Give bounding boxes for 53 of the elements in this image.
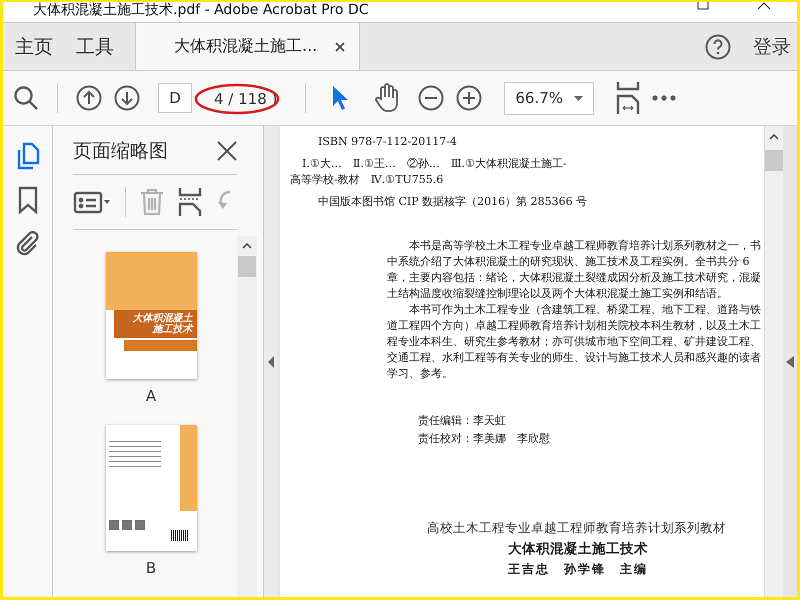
cip-line: ISBN 978-7-112-20117-4 <box>317 134 458 150</box>
caret-down-icon <box>574 96 584 100</box>
scrollbar-thumb[interactable] <box>765 150 783 171</box>
list-options-icon[interactable] <box>73 190 111 214</box>
collapse-arrow-icon[interactable] <box>268 356 274 368</box>
pointer-arrow-icon[interactable] <box>330 84 350 112</box>
back-cover-thumbnail[interactable] <box>106 424 196 551</box>
zoom-dropdown[interactable]: 66.7% <box>504 82 594 114</box>
credit-line: 责任编辑：李天虹 <box>418 413 507 429</box>
scrollbar-thumb[interactable] <box>238 256 256 277</box>
paperclip-icon[interactable] <box>14 230 40 256</box>
scrollbar[interactable] <box>237 236 257 597</box>
bookmark-icon[interactable] <box>18 186 38 214</box>
split-page-icon[interactable] <box>178 188 202 216</box>
editor-line: 王吉忠 孙学锋 主编 <box>508 561 649 578</box>
close-icon[interactable] <box>335 42 346 52</box>
zoom-out-icon[interactable] <box>418 85 444 111</box>
window-title: 大体积混凝土施工技术.pdf - Adobe Acrobat Pro DC <box>32 2 369 18</box>
more-icon[interactable] <box>652 95 676 101</box>
cip-line: 中国版本图书馆 CIP 数据核字（2016）第 285366 号 <box>317 194 588 210</box>
arrow-up-circle-icon[interactable] <box>76 85 102 111</box>
abstract-paragraph: 本书是高等学校土木工程专业卓越工程师教育培养计划系列教材之一，书中系统介绍了大体积混凝土的研究现状、施工技术及工程实例。全书共分 6 章，主要内容包括：绪论，大体积混凝土裂缝成因分析及施工技术研究，混凝土结构温度收缩裂缝控制理论以及两个大体积混凝土施工实例和结语。 <box>387 238 761 302</box>
cover-title: 施工技术 <box>152 324 192 335</box>
help-icon[interactable] <box>705 34 731 60</box>
caret-up-icon[interactable] <box>769 134 779 140</box>
panel-title: 页面缩略图 <box>73 139 168 164</box>
hand-icon[interactable] <box>374 83 400 113</box>
zoom-in-icon[interactable] <box>456 85 482 111</box>
caret-up-icon[interactable] <box>242 243 252 249</box>
cip-line: Ⅰ.①大… Ⅱ.①王… ②孙… Ⅲ.①大体积混凝土施工-高等学校-教材 Ⅳ.①TU755.6 <box>290 156 568 188</box>
credit-line: 责任校对：李美娜 李欣慰 <box>418 431 551 447</box>
fit-width-icon[interactable] <box>616 82 640 114</box>
page-number-field[interactable]: D <box>158 83 192 113</box>
series-name: 高校土木工程专业卓越工程师教育培养计划系列教材 <box>427 520 727 537</box>
collapse-arrow-icon[interactable] <box>786 356 794 368</box>
page-label: B <box>146 559 156 577</box>
caret-up-icon[interactable] <box>757 2 771 10</box>
scrollbar[interactable] <box>764 126 783 597</box>
login-button[interactable]: 登录 <box>753 34 791 60</box>
search-icon[interactable] <box>13 85 39 111</box>
page-label: A <box>146 386 156 404</box>
nav-tab[interactable]: 主页 <box>3 23 64 70</box>
book-title: 大体积混凝土施工技术 <box>508 540 649 558</box>
document-tab[interactable]: 大体积混凝土施工... <box>135 23 360 70</box>
tab-label: 大体积混凝土施工... <box>174 36 318 57</box>
arrow-down-circle-icon[interactable] <box>114 85 140 111</box>
cover-title: 大体积混凝土 <box>132 313 192 324</box>
cover-thumbnail[interactable]: 大体积混凝土 施工技术 <box>106 252 196 378</box>
nav-tab[interactable]: 工具 <box>64 23 125 70</box>
pages-icon[interactable] <box>16 142 40 170</box>
abstract-paragraph: 本书可作为土木工程专业（含建筑工程、桥梁工程、地下工程、道路与铁道工程四个方向）卓越工程师教育培养计划相关院校本科生教材，以及土木工程专业本科生、研究生参考教材；亦可供城市地下空间工程、矿井建设工程、交通工程、水利工程等有关专业的师生、设计与施工技术人员和感兴趣的读者学习、参考。 <box>387 302 761 382</box>
maximize-icon[interactable] <box>697 2 709 10</box>
close-icon[interactable] <box>217 141 237 161</box>
